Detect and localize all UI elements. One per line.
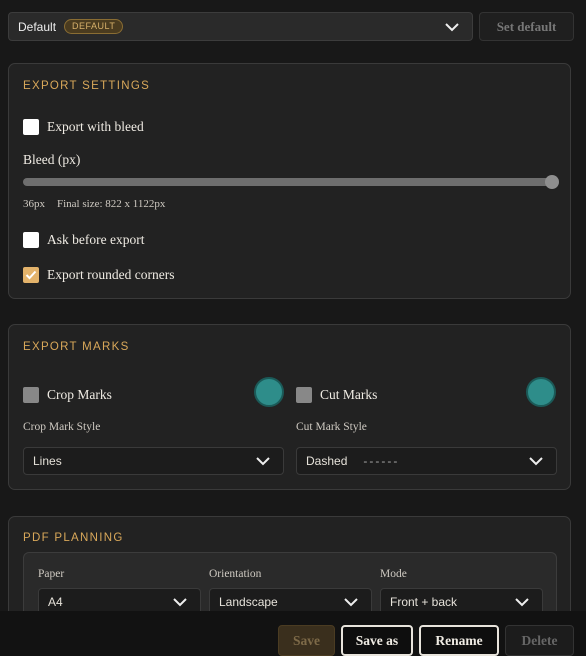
rounded-corners-label: Export rounded corners — [47, 267, 175, 282]
cut-style-preview: ------ — [363, 454, 400, 468]
ask-before-export-row[interactable]: Ask before export — [23, 231, 144, 249]
bleed-slider-thumb[interactable] — [545, 175, 559, 189]
chevron-down-icon — [344, 598, 358, 607]
cut-style-select[interactable]: Dashed ------ — [296, 447, 557, 475]
chevron-down-icon — [515, 598, 529, 607]
export-with-bleed-checkbox[interactable] — [23, 119, 39, 135]
cut-marks-label: Cut Marks — [320, 387, 378, 402]
export-marks-title: EXPORT MARKS — [23, 341, 130, 353]
set-default-button[interactable]: Set default — [479, 12, 574, 41]
bleed-label: Bleed (px) — [23, 152, 81, 167]
export-with-bleed-label: Export with bleed — [47, 119, 144, 134]
export-marks-panel: EXPORT MARKS Crop Marks Cut Marks Crop M… — [8, 324, 571, 490]
mode-label: Mode — [380, 568, 407, 580]
orientation-label: Orientation — [209, 568, 262, 580]
bleed-slider[interactable] — [23, 175, 559, 189]
delete-button[interactable]: Delete — [505, 625, 574, 656]
crop-style-value: Lines — [33, 454, 62, 468]
profile-name: Default — [18, 19, 57, 34]
crop-style-label: Crop Mark Style — [23, 421, 101, 433]
mode-value: Front + back — [390, 595, 458, 609]
bleed-value: 36px — [23, 198, 45, 210]
save-as-button[interactable]: Save as — [341, 625, 413, 656]
pdf-planning-title: PDF PLANNING — [23, 532, 124, 544]
cut-style-value: Dashed — [306, 454, 348, 468]
rounded-corners-row[interactable]: Export rounded corners — [23, 266, 174, 284]
checkmark-icon — [25, 270, 37, 280]
profile-select[interactable]: Default DEFAULT — [8, 12, 473, 41]
crop-mark-color-swatch[interactable] — [254, 377, 284, 407]
chevron-down-icon — [529, 457, 543, 466]
action-bar: Save Save as Rename Delete — [0, 611, 586, 656]
crop-marks-label: Crop Marks — [47, 387, 112, 402]
chevron-down-icon — [445, 22, 459, 31]
ask-before-export-checkbox[interactable] — [23, 232, 39, 248]
crop-style-select[interactable]: Lines — [23, 447, 284, 475]
export-settings-title: EXPORT SETTINGS — [23, 80, 151, 92]
cut-marks-row[interactable]: Cut Marks — [296, 386, 377, 404]
cut-mark-color-swatch[interactable] — [526, 377, 556, 407]
cut-marks-checkbox[interactable] — [296, 387, 312, 403]
paper-value: A4 — [48, 595, 63, 609]
final-size: Final size: 822 x 1122px — [57, 198, 166, 210]
profile-bar: Default DEFAULT Set default — [8, 12, 578, 41]
rounded-corners-checkbox[interactable] — [23, 267, 39, 283]
chevron-down-icon — [173, 598, 187, 607]
default-badge: DEFAULT — [64, 19, 124, 34]
paper-label: Paper — [38, 568, 65, 580]
export-settings-panel: EXPORT SETTINGS Export with bleed Bleed … — [8, 63, 571, 299]
orientation-value: Landscape — [219, 595, 278, 609]
ask-before-export-label: Ask before export — [47, 232, 145, 247]
export-with-bleed-row[interactable]: Export with bleed — [23, 118, 144, 136]
save-button[interactable]: Save — [278, 625, 335, 656]
crop-marks-row[interactable]: Crop Marks — [23, 386, 112, 404]
rename-button[interactable]: Rename — [419, 625, 499, 656]
cut-style-label: Cut Mark Style — [296, 421, 367, 433]
crop-marks-checkbox[interactable] — [23, 387, 39, 403]
chevron-down-icon — [256, 457, 270, 466]
